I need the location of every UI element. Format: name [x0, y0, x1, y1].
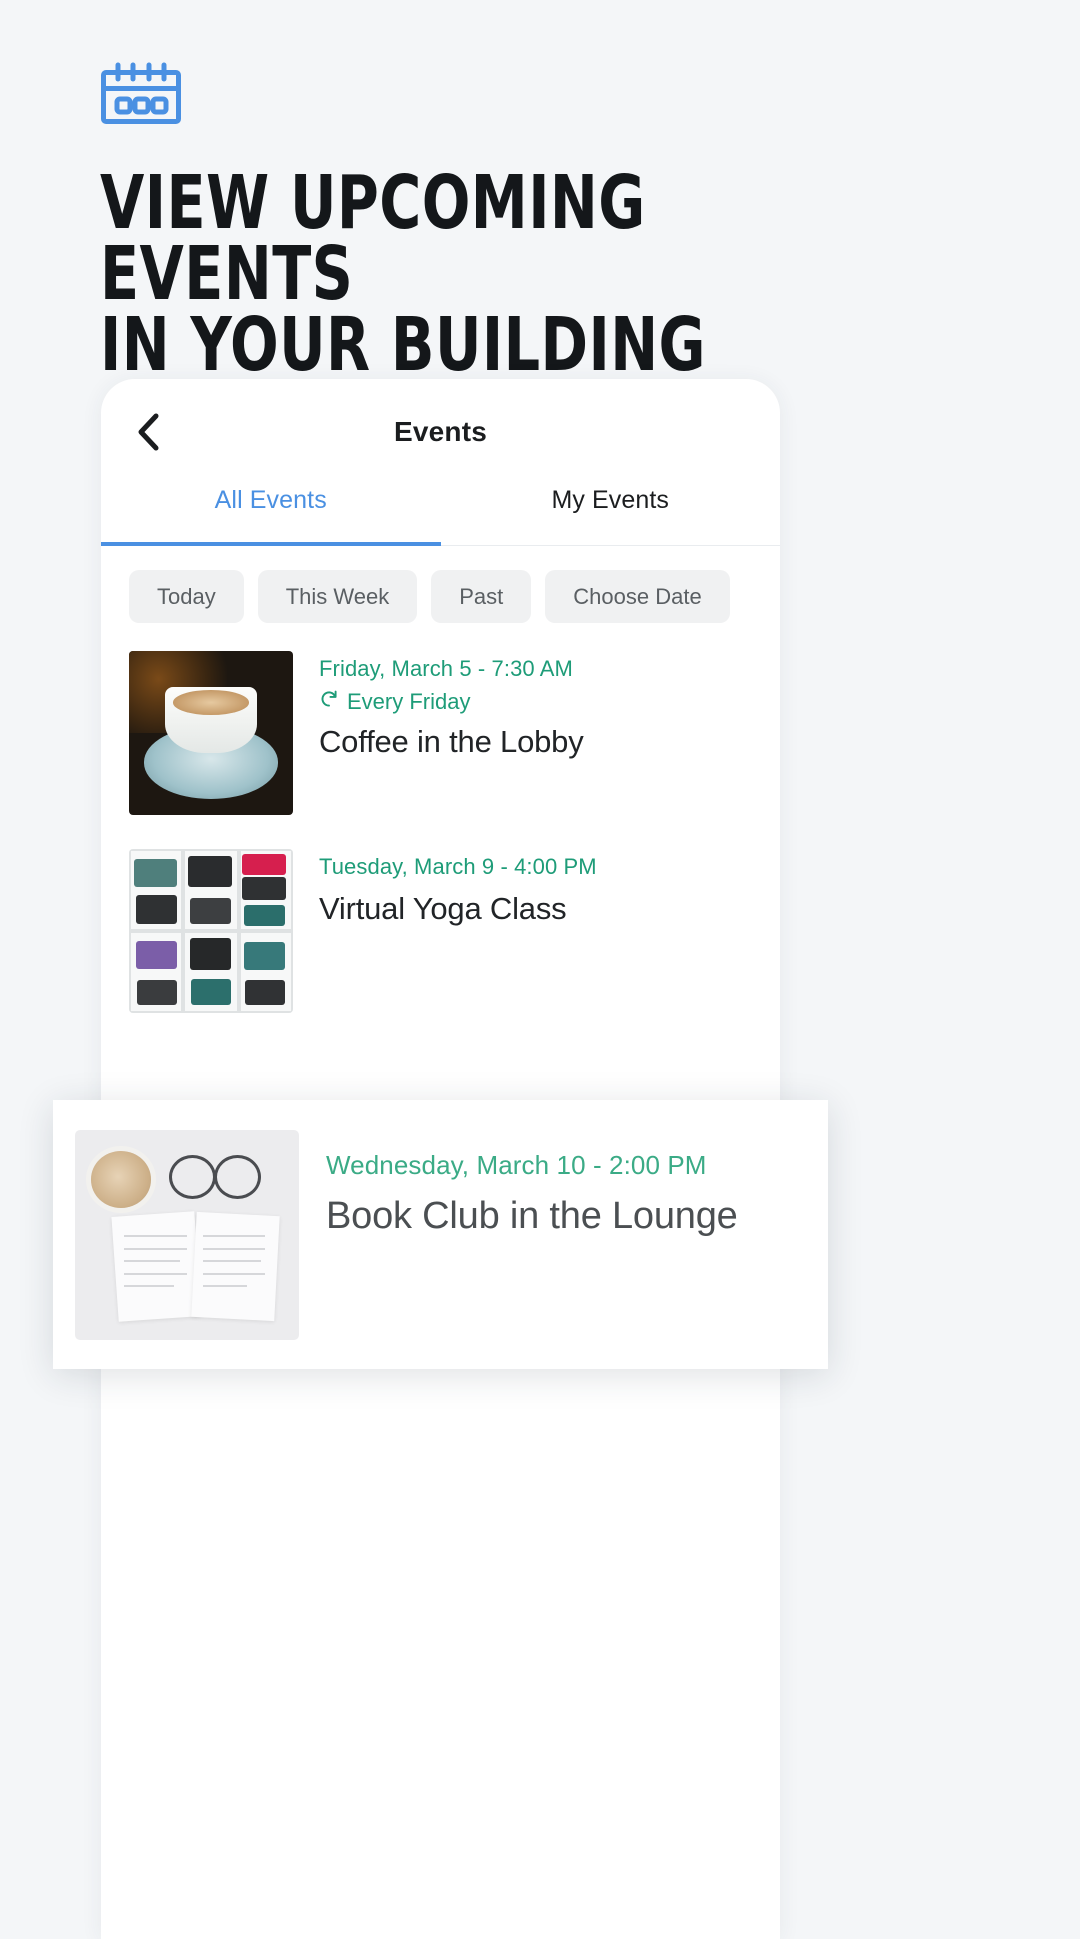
calendar-icon: [100, 62, 1080, 124]
list-item[interactable]: Friday, March 5 - 7:30 AM Every Friday C…: [101, 651, 780, 815]
tab-bar: All Events My Events: [101, 484, 780, 546]
filter-chip-this-week-label: This Week: [285, 583, 390, 609]
filter-chip-this-week[interactable]: This Week: [257, 570, 418, 623]
highlighted-event-card[interactable]: Wednesday, March 10 - 2:00 PM Book Club …: [53, 1100, 828, 1369]
back-button[interactable]: [128, 411, 170, 453]
event-title: Book Club in the Lounge: [326, 1195, 738, 1238]
event-title: Coffee in the Lobby: [319, 724, 584, 760]
tab-my-events[interactable]: My Events: [441, 484, 781, 546]
refresh-icon: [319, 689, 339, 715]
filter-chip-past[interactable]: Past: [431, 570, 532, 623]
filter-chip-today-label: Today: [157, 583, 216, 609]
event-thumbnail-coffee: [129, 651, 293, 815]
tab-all-events-label: All Events: [214, 486, 327, 514]
event-date: Wednesday, March 10 - 2:00 PM: [326, 1150, 707, 1180]
page-title: Events: [393, 415, 488, 447]
event-details: Wednesday, March 10 - 2:00 PM Book Club …: [299, 1130, 828, 1369]
tab-all-events[interactable]: All Events: [101, 484, 441, 546]
event-date: Tuesday, March 9 - 4:00 PM: [319, 854, 597, 879]
filter-chip-today[interactable]: Today: [129, 570, 244, 623]
filter-chip-choose-date-label: Choose Date: [573, 583, 702, 609]
event-recurrence: Every Friday: [319, 689, 752, 715]
tab-my-events-label: My Events: [551, 486, 670, 514]
event-date: Friday, March 5 - 7:30 AM: [319, 656, 573, 681]
event-recurrence-label: Every Friday: [347, 688, 471, 714]
filter-chip-choose-date[interactable]: Choose Date: [545, 570, 730, 623]
event-details: Tuesday, March 9 - 4:00 PM Virtual Yoga …: [293, 849, 752, 1013]
event-thumbnail-yoga: [129, 849, 293, 1013]
filter-chip-row: Today This Week Past Choose Date: [101, 546, 780, 623]
event-details: Friday, March 5 - 7:30 AM Every Friday C…: [293, 651, 752, 815]
filter-chip-past-label: Past: [459, 583, 504, 609]
promo-headline: VIEW UPCOMING EVENTS IN YOUR BUILDING: [100, 160, 706, 389]
event-title: Virtual Yoga Class: [319, 890, 567, 926]
event-thumbnail-book-club: [75, 1130, 299, 1340]
app-navbar: Events: [101, 379, 780, 484]
list-item[interactable]: Tuesday, March 9 - 4:00 PM Virtual Yoga …: [101, 849, 780, 1013]
promo-header: VIEW UPCOMING EVENTS IN YOUR BUILDING: [0, 0, 1080, 389]
chevron-left-icon: [136, 412, 162, 452]
